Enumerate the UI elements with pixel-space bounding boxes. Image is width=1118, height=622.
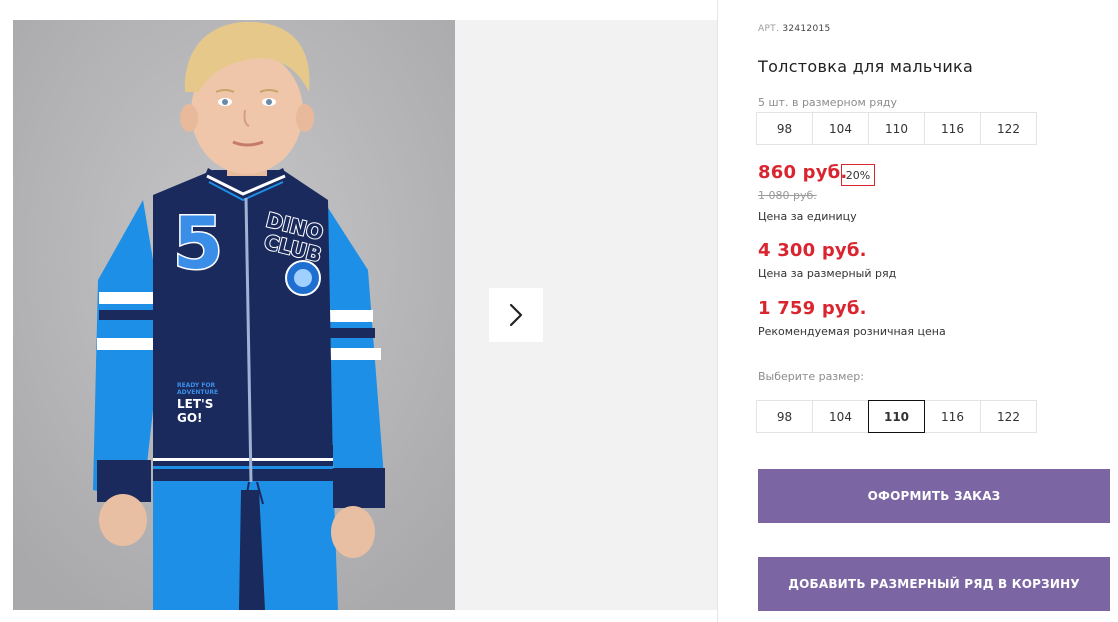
product-gallery: 5 DINO CLUB READY FOR ADVENTURE LET'S GO… — [0, 0, 718, 622]
unit-price-caption: Цена за единицу — [758, 210, 857, 223]
pack-hint: 5 шт. в размерном ряду — [758, 96, 897, 109]
jacket-small-print-1: READY FOR — [177, 382, 216, 389]
gallery-next-button[interactable] — [489, 288, 543, 342]
old-price: 1 080 руб. — [758, 189, 817, 202]
jacket-number-print: 5 — [173, 201, 223, 285]
retail-price-caption: Рекомендуемая розничная цена — [758, 325, 946, 338]
pack-size-item: 122 — [980, 112, 1037, 145]
size-option-110-selected[interactable]: 110 — [868, 400, 925, 433]
product-info: АРТ. 32412015 Толстовка для мальчика 5 ш… — [756, 0, 1118, 622]
article-label: АРТ. — [758, 24, 780, 34]
pack-size-item: 110 — [868, 112, 925, 145]
size-option-104[interactable]: 104 — [812, 400, 869, 433]
jacket-big-print-2: GO! — [177, 411, 203, 425]
select-size-label: Выберите размер: — [758, 370, 864, 383]
chevron-right-icon — [509, 303, 523, 327]
pack-price-caption: Цена за размерный ряд — [758, 267, 897, 280]
article-value: 32412015 — [782, 24, 831, 34]
retail-price: 1 759 руб. — [758, 298, 867, 319]
checkout-button[interactable]: ОФОРМИТЬ ЗАКАЗ — [758, 469, 1110, 523]
pack-size-list: 98 104 110 116 122 — [756, 112, 1037, 145]
column-divider — [717, 0, 718, 622]
size-option-116[interactable]: 116 — [924, 400, 981, 433]
unit-price: 860 руб. — [758, 162, 848, 183]
product-photo[interactable]: 5 DINO CLUB READY FOR ADVENTURE LET'S GO… — [13, 20, 455, 610]
jacket-big-print-1: LET'S — [177, 397, 213, 411]
article-number: АРТ. 32412015 — [758, 24, 831, 34]
add-pack-to-cart-button[interactable]: ДОБАВИТЬ РАЗМЕРНЫЙ РЯД В КОРЗИНУ — [758, 557, 1110, 611]
product-title: Толстовка для мальчика — [758, 57, 974, 76]
pack-size-item: 98 — [756, 112, 813, 145]
pack-price: 4 300 руб. — [758, 240, 867, 261]
size-selector: 98 104 110 116 122 — [756, 400, 1037, 433]
size-option-122[interactable]: 122 — [980, 400, 1037, 433]
discount-badge: 20% — [841, 164, 875, 186]
size-option-98[interactable]: 98 — [756, 400, 813, 433]
pack-size-item: 116 — [924, 112, 981, 145]
jacket-small-print-2: ADVENTURE — [177, 389, 218, 396]
pack-size-item: 104 — [812, 112, 869, 145]
